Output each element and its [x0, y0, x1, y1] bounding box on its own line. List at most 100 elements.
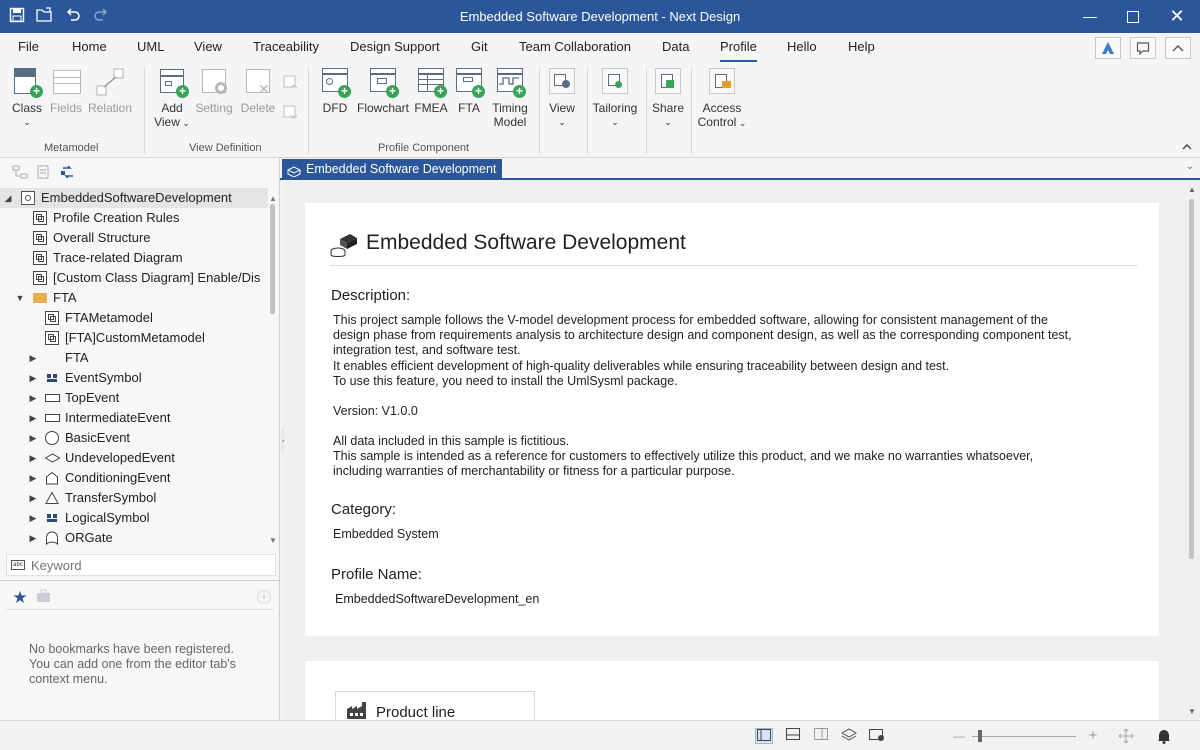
dfd-button[interactable]: + DFD [318, 66, 352, 115]
tree-item[interactable]: Trace-related Diagram [0, 248, 268, 268]
diamond-icon [44, 451, 61, 465]
tree-scroll-thumb[interactable] [270, 204, 275, 314]
tree-item[interactable]: ▶ ConditioningEvent [0, 468, 268, 488]
comment-icon[interactable] [1130, 37, 1156, 59]
logical-symbol-icon [45, 511, 59, 525]
close-button[interactable]: ✕ [1155, 0, 1199, 33]
filter-icon[interactable] [36, 165, 52, 179]
add-bookmark-icon[interactable] [256, 589, 272, 604]
layout-horizontal-icon[interactable] [784, 728, 802, 744]
tree-item[interactable]: ▶ IntermediateEvent [0, 408, 268, 428]
layout-single-icon[interactable] [755, 728, 773, 744]
expand-arrow-icon[interactable]: ▶ [28, 488, 38, 508]
fmea-button[interactable]: + FMEA [414, 66, 448, 115]
tree-item[interactable]: [FTA]CustomMetamodel [0, 328, 268, 348]
class-button[interactable]: + Class ⌄ [8, 66, 46, 129]
expand-arrow-icon[interactable]: ▶ [28, 348, 38, 368]
zoom-in-icon[interactable]: + [1084, 728, 1102, 744]
menu-file[interactable]: File [18, 39, 39, 54]
screen-settings-icon[interactable] [868, 728, 886, 744]
access-control-button[interactable]: Access Control ⌄ [696, 66, 748, 130]
expand-arrow-icon[interactable]: ▶ [28, 428, 38, 448]
menu-team-collaboration[interactable]: Team Collaboration [519, 39, 631, 54]
flowchart-button[interactable]: + Flowchart [356, 66, 410, 115]
assistant-icon[interactable] [1095, 37, 1121, 59]
delete-button[interactable]: ✕ Delete [238, 66, 278, 115]
tree-item[interactable]: ▶ TopEvent [0, 388, 268, 408]
collapse-ribbon-icon[interactable] [1165, 37, 1191, 59]
editor-scroll-up-icon[interactable]: ▲ [1184, 185, 1200, 194]
tree-item[interactable]: ▶ BasicEvent [0, 428, 268, 448]
tab-embedded-software-development[interactable]: Embedded Software Development [282, 159, 503, 180]
bookmark-empty-message: No bookmarks have been registered. You c… [29, 642, 236, 686]
menu-help[interactable]: Help [848, 39, 875, 54]
tree-root[interactable]: ◢ EmbeddedSoftwareDevelopment [0, 188, 268, 208]
add-view-button[interactable]: + Add View ⌄ [152, 66, 192, 130]
briefcase-icon[interactable] [36, 589, 52, 603]
collapse-arrow-icon[interactable]: ◢ [3, 188, 13, 208]
scroll-down-arrow-icon[interactable]: ▼ [268, 536, 278, 545]
expand-arrow-icon[interactable]: ▶ [28, 528, 38, 548]
minimize-button[interactable]: — [1068, 0, 1112, 33]
fta-button[interactable]: + FTA [452, 66, 486, 115]
fit-to-window-icon[interactable] [1117, 728, 1135, 744]
editor-scrollbar[interactable]: ▲ ▼ [1184, 181, 1200, 720]
ribbon-collapse-chevron-icon[interactable] [1182, 142, 1192, 153]
product-line-button[interactable]: Product line [335, 691, 535, 720]
scroll-up-arrow-icon[interactable]: ▲ [268, 194, 278, 203]
tree-item[interactable]: Profile Creation Rules [0, 208, 268, 228]
expand-arrow-icon[interactable]: ▶ [28, 408, 38, 428]
menu-profile[interactable]: Profile [720, 39, 757, 62]
timing-model-button[interactable]: + Timing Model [488, 66, 532, 129]
tree-scrollbar[interactable]: ▲ ▼ [268, 188, 278, 548]
zoom-slider-thumb[interactable] [978, 730, 982, 742]
title-divider [330, 265, 1138, 266]
view-button[interactable]: View ⌄ [544, 66, 580, 129]
star-icon[interactable]: ★ [12, 588, 28, 607]
tailoring-button[interactable]: Tailoring ⌄ [590, 66, 640, 129]
tree-item[interactable]: ▶ FTA [0, 348, 268, 368]
fields-button[interactable]: Fields [48, 66, 84, 115]
menu-traceability[interactable]: Traceability [253, 39, 319, 54]
zoom-slider-track[interactable] [972, 736, 1076, 737]
editor-scroll-thumb[interactable] [1189, 199, 1194, 559]
sync-icon[interactable] [60, 165, 76, 179]
setting-button[interactable]: Setting [194, 66, 234, 115]
layers-icon[interactable] [840, 728, 858, 744]
menu-data[interactable]: Data [662, 39, 689, 54]
tree-item[interactable]: [Custom Class Diagram] Enable/Dis [0, 268, 268, 288]
notification-bell-icon[interactable] [1155, 728, 1173, 744]
expand-arrow-icon[interactable]: ▶ [28, 368, 38, 388]
tab-list-chevron-icon[interactable]: ⌄ [1186, 161, 1194, 172]
relation-button[interactable]: Relation [86, 66, 134, 115]
menu-hello[interactable]: Hello [787, 39, 817, 54]
menu-home[interactable]: Home [72, 39, 107, 54]
maximize-button[interactable] [1111, 0, 1155, 33]
move-down-icon[interactable] [282, 104, 298, 123]
menu-uml[interactable]: UML [137, 39, 164, 54]
tree-item[interactable]: ▶ UndevelopedEvent [0, 448, 268, 468]
tree-item[interactable]: ▼ FTA [0, 288, 268, 308]
keyword-input[interactable] [31, 557, 271, 573]
collapse-arrow-icon[interactable]: ▼ [15, 288, 25, 308]
tree-item[interactable]: FTAMetamodel [0, 308, 268, 328]
menu-design-support[interactable]: Design Support [350, 39, 440, 54]
expand-arrow-icon[interactable]: ▶ [28, 508, 38, 528]
tree-item[interactable]: ▶ LogicalSymbol [0, 508, 268, 528]
tree-item[interactable]: ▶ EventSymbol [0, 368, 268, 388]
tree-item[interactable]: ▶ ORGate [0, 528, 268, 548]
tree-item[interactable]: ▶ TransferSymbol [0, 488, 268, 508]
zoom-out-icon[interactable]: — [950, 728, 968, 744]
menu-git[interactable]: Git [471, 39, 488, 54]
expand-arrow-icon[interactable]: ▶ [28, 388, 38, 408]
move-up-icon[interactable] [282, 66, 298, 93]
share-button[interactable]: Share ⌄ [650, 66, 686, 129]
tree-item[interactable]: Overall Structure [0, 228, 268, 248]
layout-vertical-icon[interactable] [812, 728, 830, 744]
editor-scroll-down-icon[interactable]: ▼ [1184, 707, 1200, 716]
panel-divider[interactable] [0, 580, 280, 581]
menu-view[interactable]: View [194, 39, 222, 54]
collapse-all-icon[interactable] [12, 165, 28, 179]
expand-arrow-icon[interactable]: ▶ [28, 448, 38, 468]
expand-arrow-icon[interactable]: ▶ [28, 468, 38, 488]
